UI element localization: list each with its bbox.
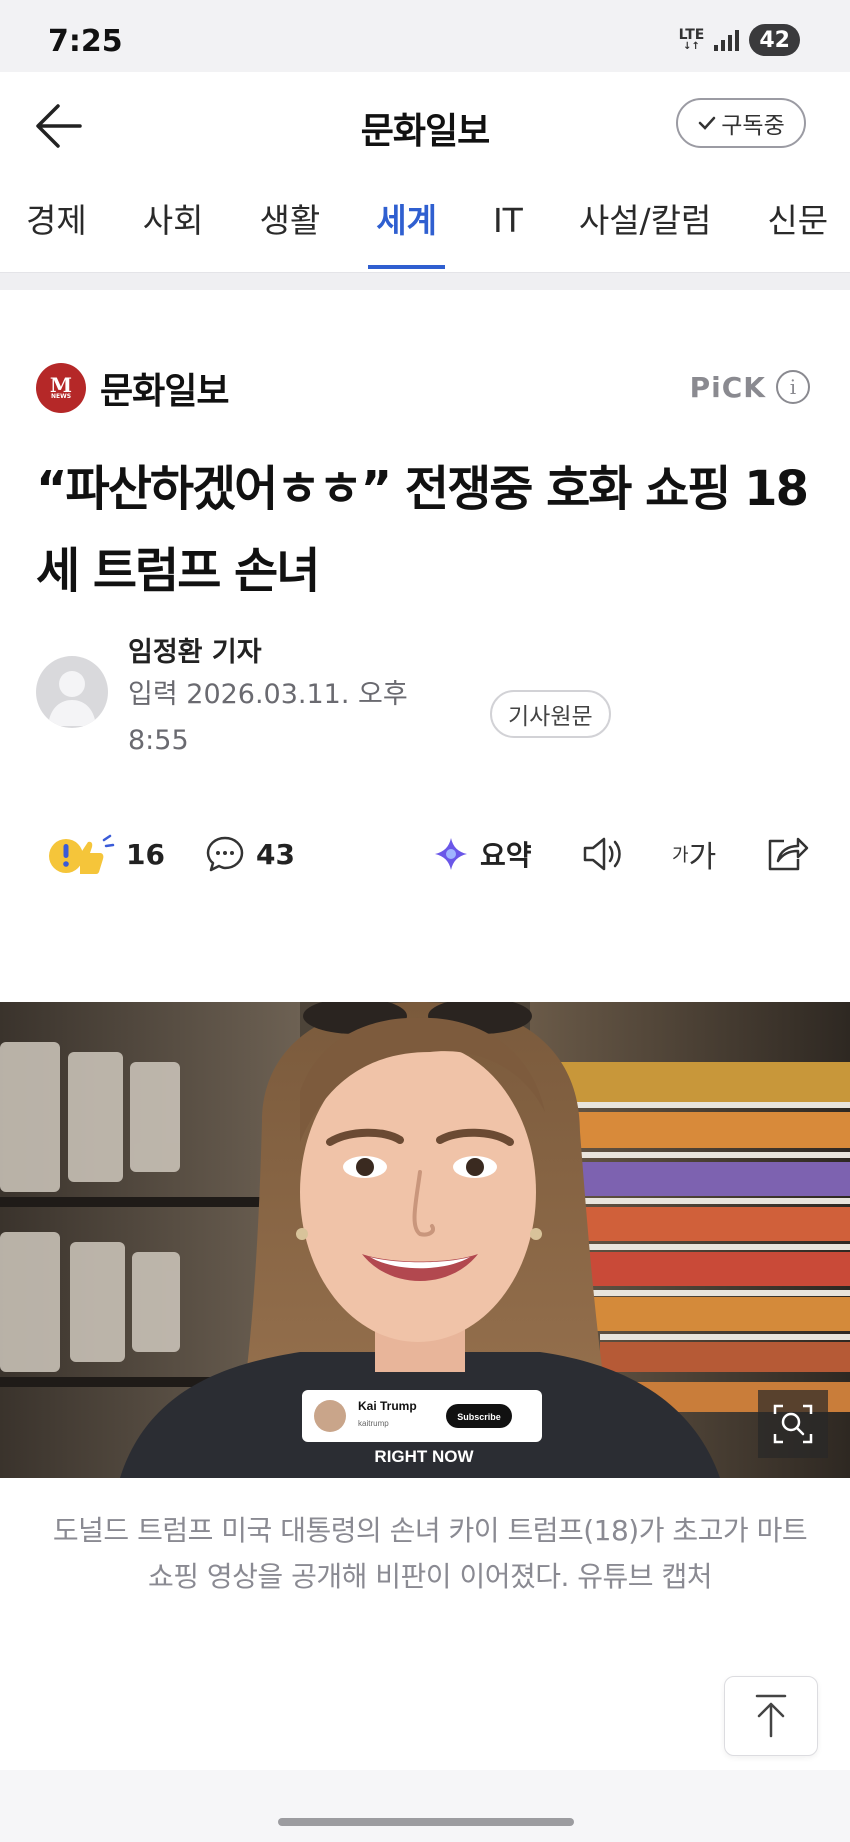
original-article-button[interactable]: 기사원문 (490, 690, 611, 738)
reporter-info: 임정환 기자 입력 2026.03.11. 오후 8:55 기사원문 (36, 630, 816, 760)
share-icon (768, 837, 809, 871)
comment-button[interactable]: 43 (204, 826, 295, 882)
status-icons: LTE ↓↑ 42 (679, 24, 800, 56)
font-size-small-label: 가 (672, 845, 689, 866)
home-indicator[interactable] (278, 1818, 574, 1826)
press-logo: M NEWS (36, 363, 86, 413)
press-info[interactable]: M NEWS 문화일보 (36, 362, 229, 414)
network-label: LTE (678, 26, 705, 43)
reporter-name[interactable]: 임정환 기자 (128, 630, 262, 669)
reaction-button[interactable]: 16 (44, 826, 165, 882)
ai-summary-icon (435, 838, 467, 870)
reporter-avatar[interactable] (36, 656, 108, 728)
signal-icon (714, 29, 740, 51)
network-indicator: LTE ↓↑ (678, 26, 705, 52)
video-banner: RIGHT NOW (374, 1447, 474, 1466)
photo-caption: 도널드 트럼프 미국 대통령의 손녀 카이 트럼프(18)가 초고가 마트 쇼핑… (52, 1514, 808, 1593)
font-size-large-label: 가 (688, 840, 717, 875)
check-icon (699, 116, 716, 130)
person-icon (48, 671, 96, 726)
share-button[interactable] (764, 826, 810, 882)
tab-society[interactable]: 사회 (115, 178, 232, 272)
pick-badge[interactable]: PiCK i (690, 370, 810, 404)
scroll-to-top-button[interactable] (724, 1676, 818, 1756)
article-photo[interactable]: Kai Trump kaitrump Subscribe RIGHT NOW (0, 1002, 850, 1478)
tab-world[interactable]: 세계 (348, 178, 465, 272)
section-divider (0, 272, 850, 290)
bottom-safe-area (0, 1770, 850, 1842)
arrow-up-icon (755, 1694, 787, 1738)
publish-date: 입력 2026.03.11. 오후 8:55 (128, 679, 408, 756)
channel-name: Kai Trump (358, 1399, 417, 1413)
tab-newspaper[interactable]: 신문 (739, 178, 850, 272)
press-logo-letter: M (49, 373, 73, 397)
tab-editorial[interactable]: 사설/칼럼 (551, 178, 740, 272)
subscribe-label: 구독중 (721, 113, 785, 139)
zoom-search-icon (773, 1404, 813, 1444)
press-logo-sub: NEWS (50, 393, 72, 400)
comment-icon (206, 836, 244, 872)
article-headline: “파산하겠어ㅎㅎ” 전쟁중 호화 쇼핑 18세 트럼프 손녀 (36, 461, 809, 599)
reaction-count: 16 (126, 837, 165, 871)
image-zoom-button[interactable] (758, 1390, 828, 1458)
subscribe-button[interactable]: 구독중 (676, 98, 806, 148)
app-header: 문화일보 구독중 (0, 72, 850, 178)
tab-economy[interactable]: 경제 (0, 178, 115, 272)
summary-button[interactable]: 요약 (432, 826, 532, 882)
tab-life[interactable]: 생활 (231, 178, 348, 272)
comment-count: 43 (256, 837, 295, 871)
grocery-video-still: Kai Trump kaitrump Subscribe RIGHT NOW (0, 1002, 850, 1478)
pick-label: PiCK (689, 370, 766, 404)
category-tabs: 경제 사회 생활 세계 IT 사설/칼럼 신문 (0, 178, 850, 272)
info-icon: i (776, 370, 810, 404)
tab-it[interactable]: IT (465, 178, 551, 272)
status-bar: 7:25 LTE ↓↑ 42 (0, 0, 850, 72)
font-size-button[interactable]: 가 가 (672, 826, 716, 882)
article-action-bar: 16 43 요약 가 가 (36, 826, 816, 882)
speaker-icon (583, 837, 621, 871)
channel-subscribe: Subscribe (457, 1412, 501, 1422)
data-arrows-icon: ↓↑ (683, 40, 700, 52)
channel-handle: kaitrump (358, 1419, 389, 1428)
summary-label: 요약 (480, 839, 532, 872)
status-time: 7:25 (48, 24, 123, 59)
text-to-speech-button[interactable] (580, 826, 626, 882)
battery-indicator: 42 (749, 24, 800, 56)
reaction-emoji-icon (49, 834, 115, 874)
press-name: 문화일보 (100, 371, 229, 412)
